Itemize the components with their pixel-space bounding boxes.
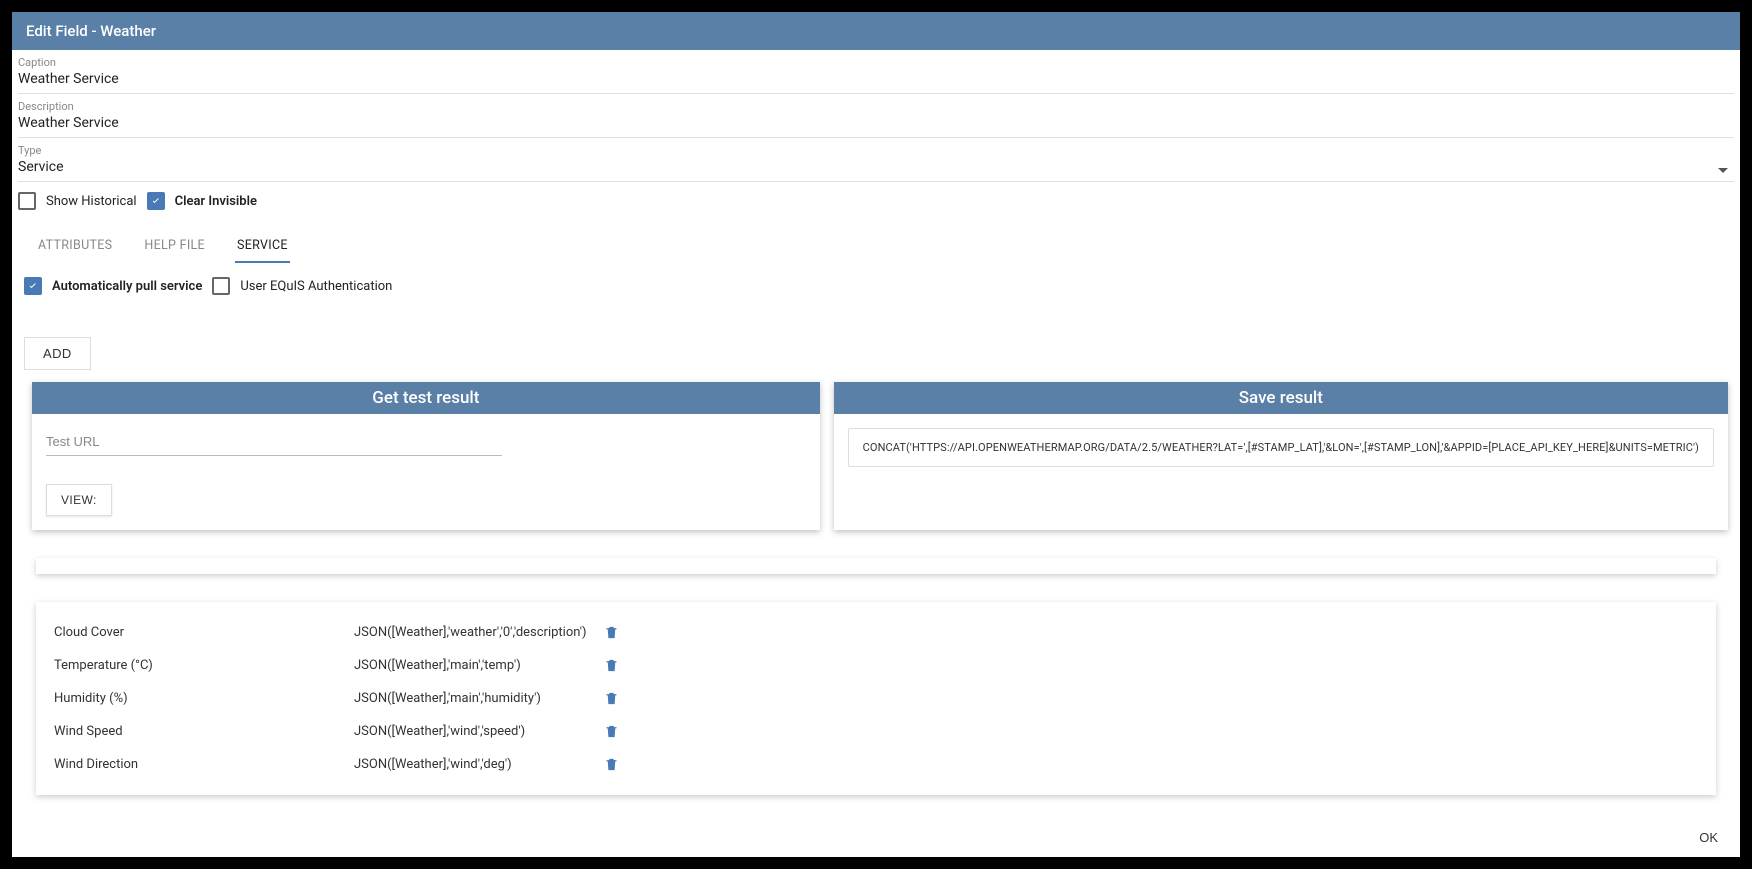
tab-attributes[interactable]: ATTRIBUTES (36, 230, 114, 263)
mapping-row: Humidity (%)JSON([Weather],'main','humid… (36, 682, 1716, 715)
panels-row: Get test result VIEW: Save result CONCAT… (18, 382, 1734, 530)
mapping-panel: Cloud CoverJSON([Weather],'weather','0',… (36, 602, 1716, 795)
user-auth-checkbox[interactable] (212, 277, 230, 295)
mapping-expression[interactable]: JSON([Weather],'wind','speed') (354, 724, 604, 739)
auto-pull-checkbox[interactable] (24, 277, 42, 295)
save-result-header: Save result (834, 382, 1728, 414)
description-field[interactable]: Description Weather Service (18, 94, 1734, 138)
delete-icon[interactable] (604, 690, 619, 707)
dropdown-arrow-icon[interactable] (1718, 168, 1728, 173)
description-label: Description (18, 100, 1734, 115)
divider-bar (36, 558, 1716, 574)
caption-value[interactable]: Weather Service (18, 71, 1734, 93)
view-button[interactable]: VIEW: (46, 484, 112, 516)
user-auth-label: User EQuIS Authentication (240, 279, 392, 294)
mapping-row: Temperature (°C)JSON([Weather],'main','t… (36, 649, 1716, 682)
scroll-area[interactable]: Caption Weather Service Description Weat… (12, 50, 1740, 816)
mapping-name[interactable]: Wind Direction (54, 757, 354, 772)
visibility-options-row: Show Historical Clear Invisible (18, 182, 1734, 220)
mapping-row: Wind SpeedJSON([Weather],'wind','speed') (36, 715, 1716, 748)
mapping-row: Cloud CoverJSON([Weather],'weather','0',… (36, 616, 1716, 649)
delete-icon[interactable] (604, 756, 619, 773)
service-options-row: Automatically pull service User EQuIS Au… (18, 263, 1734, 297)
ok-button[interactable]: OK (1693, 826, 1724, 849)
mapping-row: Wind DirectionJSON([Weather],'wind','deg… (36, 748, 1716, 781)
test-url-input[interactable] (46, 428, 502, 456)
mapping-expression[interactable]: JSON([Weather],'weather','0','descriptio… (354, 625, 604, 640)
type-field[interactable]: Type Service (18, 138, 1734, 182)
mapping-name[interactable]: Humidity (%) (54, 691, 354, 706)
show-historical-checkbox[interactable] (18, 192, 36, 210)
clear-invisible-checkbox[interactable] (147, 192, 165, 210)
type-value[interactable]: Service (18, 159, 64, 181)
dialog-footer: OK (12, 816, 1740, 857)
mapping-expression[interactable]: JSON([Weather],'main','temp') (354, 658, 604, 673)
caption-label: Caption (18, 56, 1734, 71)
tab-help-file[interactable]: HELP FILE (142, 230, 207, 263)
dialog-title: Edit Field - Weather (12, 12, 1740, 50)
auto-pull-label: Automatically pull service (52, 279, 202, 294)
add-button[interactable]: ADD (24, 337, 91, 370)
tab-service[interactable]: SERVICE (235, 230, 290, 263)
dialog-window: Edit Field - Weather Caption Weather Ser… (12, 12, 1740, 857)
delete-icon[interactable] (604, 657, 619, 674)
get-test-panel: Get test result VIEW: (32, 382, 820, 530)
description-value[interactable]: Weather Service (18, 115, 1734, 137)
delete-icon[interactable] (604, 723, 619, 740)
mapping-name[interactable]: Wind Speed (54, 724, 354, 739)
get-test-header: Get test result (32, 382, 820, 414)
show-historical-label: Show Historical (46, 194, 137, 209)
delete-icon[interactable] (604, 624, 619, 641)
mapping-name[interactable]: Temperature (°C) (54, 658, 354, 673)
mapping-expression[interactable]: JSON([Weather],'wind','deg') (354, 757, 604, 772)
type-label: Type (18, 144, 1734, 159)
concat-expression-box[interactable]: CONCAT('HTTPS://API.OPENWEATHERMAP.ORG/D… (848, 428, 1714, 467)
mapping-name[interactable]: Cloud Cover (54, 625, 354, 640)
caption-field[interactable]: Caption Weather Service (18, 50, 1734, 94)
tab-bar: ATTRIBUTES HELP FILE SERVICE (18, 224, 1734, 263)
clear-invisible-label: Clear Invisible (175, 194, 257, 209)
mapping-expression[interactable]: JSON([Weather],'main','humidity') (354, 691, 604, 706)
save-result-panel: Save result CONCAT('HTTPS://API.OPENWEAT… (834, 382, 1728, 530)
